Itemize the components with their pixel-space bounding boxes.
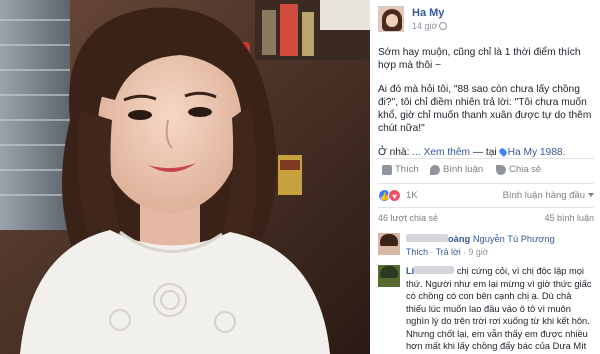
comment-label: Bình luận xyxy=(443,164,484,175)
post-photo[interactable] xyxy=(0,0,370,354)
comment-meta: Thích · Trả lời · 9 giờ xyxy=(406,246,489,257)
post-panel: Ha My 14 giờ Sớm hay muộn, cũng chỉ là 1… xyxy=(370,0,600,354)
comment-count[interactable]: 45 bình luận xyxy=(544,213,594,223)
like-label: Thích xyxy=(395,164,419,175)
thumbs-up-icon xyxy=(382,164,392,175)
divider xyxy=(378,183,594,184)
post-text: Sớm hay muộn, cũng chỉ là 1 thời điểm th… xyxy=(378,46,596,170)
comment-item: Li chị cứng cỏi, vì chị độc lập mọi thứ.… xyxy=(378,265,594,354)
globe-icon xyxy=(439,22,448,30)
post-paragraph-1: Sớm hay muộn, cũng chỉ là 1 thời điểm th… xyxy=(378,47,581,71)
commenter-avatar[interactable] xyxy=(378,265,400,287)
action-bar: Thích Bình luận Chia sẻ xyxy=(378,164,594,180)
post-time[interactable]: 14 giờ xyxy=(412,21,448,31)
reaction-count[interactable]: 1K xyxy=(406,190,418,201)
see-more-link[interactable]: ... Xem thêm xyxy=(412,147,470,158)
divider xyxy=(378,207,594,208)
comment-body: Li chị cứng cỏi, vì chị độc lập mọi thứ.… xyxy=(406,265,594,354)
commenter-name[interactable]: Li xyxy=(406,266,414,276)
author-name[interactable]: Ha My xyxy=(412,7,444,19)
ranking-label: Bình luận hàng đầu xyxy=(502,190,585,201)
blurred-name xyxy=(406,234,448,242)
tagged-name-link[interactable]: Nguyễn Tú Phương xyxy=(473,234,555,244)
divider xyxy=(378,158,594,159)
comment-ranking-dropdown[interactable]: Bình luận hàng đầu xyxy=(503,190,594,201)
comment-time[interactable]: 9 giờ xyxy=(469,247,489,257)
post-paragraph-2: Ai đó mà hỏi tôi, "88 sao còn chưa lấy c… xyxy=(378,84,592,134)
location-pin-icon xyxy=(497,147,508,157)
share-button[interactable]: Chia sẻ xyxy=(496,164,541,175)
comment-body: oàng Nguyễn Tú Phương Thích · Trả lời · … xyxy=(406,233,594,258)
comment-reply-link[interactable]: Trả lời xyxy=(436,247,461,257)
commenter-avatar[interactable] xyxy=(378,233,400,255)
love-reaction-icon[interactable]: ♥ xyxy=(388,189,401,202)
like-button[interactable]: Thích xyxy=(382,164,419,175)
stats-row: 46 lượt chia sẻ 45 bình luận xyxy=(378,213,594,227)
selfie-photo-image xyxy=(0,0,370,354)
comment-text: chị cứng cỏi, vì chị độc lập mọi thứ. Ng… xyxy=(406,266,592,354)
share-label: Chia sẻ xyxy=(509,164,542,175)
blurred-name xyxy=(414,266,455,274)
comment-item: oàng Nguyễn Tú Phương Thích · Trả lời · … xyxy=(378,233,594,261)
at-label: — tại xyxy=(472,147,497,158)
location-prefix: Ở nhà: xyxy=(378,147,410,158)
chevron-down-icon xyxy=(588,193,594,197)
commenter-name[interactable]: oàng xyxy=(448,234,470,244)
comment-button[interactable]: Bình luận xyxy=(430,164,483,175)
comment-like-link[interactable]: Thích xyxy=(406,247,428,257)
comment-icon xyxy=(430,164,440,175)
share-count[interactable]: 46 lượt chia sẻ xyxy=(378,213,438,223)
author-avatar[interactable] xyxy=(378,6,404,32)
reactions-row: 👍 ♥ 1K Bình luận hàng đầu xyxy=(378,189,594,205)
share-icon xyxy=(496,164,506,175)
place-link[interactable]: Ha My 1988. xyxy=(508,147,566,158)
post-header: Ha My 14 giờ xyxy=(378,6,594,34)
post-time-label[interactable]: 14 giờ xyxy=(412,21,437,31)
